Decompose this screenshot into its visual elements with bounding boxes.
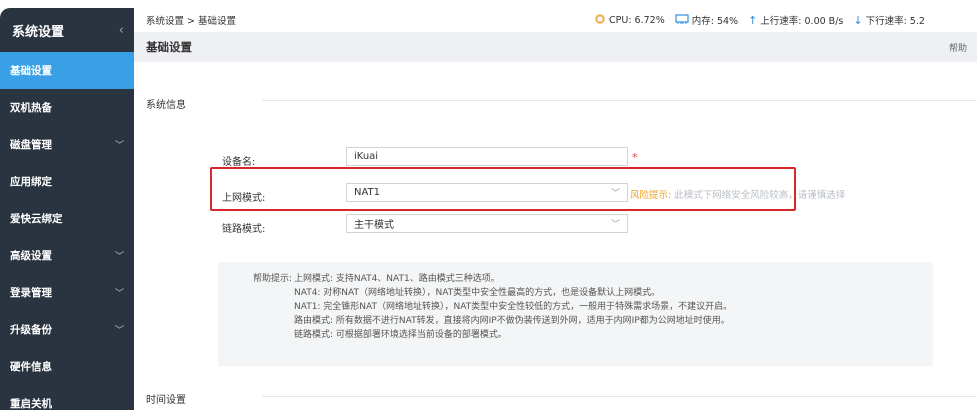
cpu-icon [594,13,606,28]
help-key [232,286,292,300]
sidebar-item[interactable]: 登录管理 ﹀ [0,274,134,311]
help-row: 帮助提示: 上网模式: 支持NAT4、NAT1、路由模式三种选项。 [232,272,919,286]
section-time-settings: 时间设置 [146,395,186,406]
main-content: 系统设置 > 基础设置 CPU: 6.72% 内存: 54% ↑ 上行速率: 0… [134,8,977,410]
sidebar-item[interactable]: 爱快云绑定 [0,200,134,237]
device-name-value: iKuai [354,151,379,162]
sidebar-menu: 基础设置双机热备磁盘管理 ﹀ 应用绑定爱快云绑定高级设置 ﹀ 登录管理 ﹀ 升级备份 ﹀ 硬件信… [0,52,134,410]
download-value: 下行速率: 5.2 [865,16,925,27]
chevron-down-icon: ﹀ [114,326,124,336]
help-key [232,328,292,342]
device-name-input[interactable]: iKuai [346,147,628,166]
memory-value: 内存: 54% [691,16,739,27]
link-mode-label: 链路模式: [222,224,266,235]
sidebar-item[interactable]: 磁盘管理 ﹀ [0,126,134,163]
help-text: NAT4: 对称NAT（网络地址转换），NAT类型中安全性最高的方式，也是设备默… [294,288,661,298]
help-key [232,314,292,328]
highlight-box [210,167,796,211]
help-text: 路由模式: 所有数据不进行NAT转发，直接将内网IP不做伪装传送到外网，适用于内… [294,316,730,326]
sidebar-item-label: 磁盘管理 [10,139,52,151]
help-text: NAT1: 完全锥形NAT（网络地址转换），NAT类型中安全性较低的方式，一般用… [294,302,733,312]
chevron-down-icon: ﹀ [114,141,124,151]
sidebar-item-label: 升级备份 [10,324,52,336]
chevron-down-icon: ﹀ [114,252,124,262]
section-divider [262,100,977,101]
sidebar-header: 系统设置 ‹ [0,8,134,52]
sidebar-title: 系统设置 [12,24,65,40]
help-row: 链路模式: 可根据部署环境选择当前设备的部署模式。 [232,328,919,342]
memory-stat: 内存: 54% [675,13,738,28]
arrow-up-icon: ↑ [748,13,758,27]
help-key [232,300,292,314]
sidebar-item[interactable]: 硬件信息 [0,348,134,385]
download-stat: ↓ 下行速率: 5.2 [853,13,925,28]
arrow-down-icon: ↓ [853,13,863,27]
cpu-value: CPU: 6.72% [609,14,665,26]
sidebar-item-label: 高级设置 [10,250,52,262]
link-mode-select[interactable]: 主干模式 ﹀ [346,214,628,233]
sidebar-item-label: 应用绑定 [10,176,52,188]
link-mode-value: 主干模式 [354,220,394,231]
help-key: 帮助提示: [252,274,292,284]
help-text: 上网模式: 支持NAT4、NAT1、路由模式三种选项。 [294,274,500,284]
help-link[interactable]: 帮助 [949,41,977,54]
help-row: NAT1: 完全锥形NAT（网络地址转换），NAT类型中安全性较低的方式，一般用… [232,300,919,314]
page-title: 基础设置 [146,40,192,54]
sidebar-item[interactable]: 双机热备 [0,89,134,126]
upload-stat: ↑ 上行速率: 0.00 B/s [748,13,844,28]
sidebar-item[interactable]: 基础设置 [0,52,134,89]
sidebar-item-label: 爱快云绑定 [10,213,63,225]
help-row: NAT4: 对称NAT（网络地址转换），NAT类型中安全性最高的方式，也是设备默… [232,286,919,300]
breadcrumb: 系统设置 > 基础设置 [146,16,236,27]
cpu-stat: CPU: 6.72% [594,13,665,28]
memory-icon [675,13,689,28]
required-mark: * [632,151,638,164]
system-stats: CPU: 6.72% 内存: 54% ↑ 上行速率: 0.00 B/s ↓ 下行… [594,8,925,32]
sidebar: 系统设置 ‹ 基础设置 双机热备 磁盘管理 ﹀ 应用绑定 爱快云绑定 高级设置 ﹀ 登录管理 ﹀ 升… [0,8,134,410]
sidebar-item-label: 硬件信息 [10,361,52,373]
sidebar-item-label: 基础设置 [10,65,52,77]
sidebar-item-label: 重启关机 [10,398,52,410]
help-text: 链路模式: 可根据部署环境选择当前设备的部署模式。 [294,330,507,340]
collapse-icon[interactable]: ‹ [119,23,124,38]
help-row: 路由模式: 所有数据不进行NAT转发，直接将内网IP不做伪装传送到外网，适用于内… [232,314,919,328]
device-name-label: 设备名: [222,157,256,168]
sidebar-item-label: 登录管理 [10,287,52,299]
section-system-info: 系统信息 [146,100,186,111]
sidebar-item[interactable]: 重启关机 [0,385,134,410]
section-divider [262,396,977,397]
sidebar-item-label: 双机热备 [10,102,52,114]
chevron-down-icon: ﹀ [610,220,620,230]
chevron-down-icon: ﹀ [114,289,124,299]
help-box: 帮助提示: 上网模式: 支持NAT4、NAT1、路由模式三种选项。 NAT4: 对称… [218,262,933,366]
sidebar-item[interactable]: 升级备份 ﹀ [0,311,134,348]
sidebar-item[interactable]: 高级设置 ﹀ [0,237,134,274]
upload-value: 上行速率: 0.00 B/s [760,16,844,27]
sidebar-item[interactable]: 应用绑定 [0,163,134,200]
page-header: 基础设置 帮助 [134,32,977,62]
